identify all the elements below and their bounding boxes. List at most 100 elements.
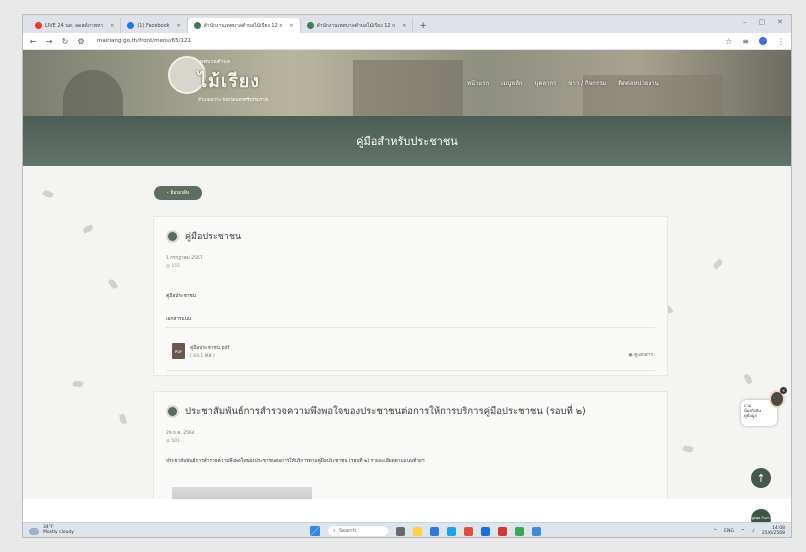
clock-date: 25/6/2568 [761,531,785,536]
card-title[interactable]: ประชาสัมพันธ์การสำรวจความพึงพอใจของประชา… [185,404,586,419]
close-window-icon[interactable]: ✕ [777,18,783,26]
document-icon [166,229,179,243]
store-icon[interactable] [430,526,439,536]
tab-label: LIVE 24 นส. ลดสด์ภาพหา [45,22,104,29]
card-header: ประชาสัมพันธ์การสำรวจความพึงพอใจของประชา… [166,404,586,419]
weather-widget[interactable]: 34°F Mostly cloudy [29,525,74,536]
minimize-icon[interactable]: – [743,18,747,26]
input-language[interactable]: ENG [724,529,734,534]
browser-tab-facebook[interactable]: (1) Facebook ✕ [121,18,188,33]
word-icon[interactable] [481,526,490,536]
cloud-icon [29,527,39,535]
divider [166,370,655,371]
browser-tab-live[interactable]: LIVE 24 นส. ลดสด์ภาพหา ✕ [29,18,122,33]
extensions-icon[interactable]: ≡ [742,37,749,46]
scroll-to-top-button[interactable]: ↑ [751,468,771,488]
bookmark-star-icon[interactable]: ☆ [725,37,732,46]
forward-arrow-icon[interactable]: → [45,37,53,46]
maximize-icon[interactable]: ▢ [759,18,766,26]
edge-icon[interactable] [447,526,456,536]
assistant-line: ดูข้อมูล [744,413,757,419]
app-icon[interactable] [515,526,524,536]
reload-icon[interactable]: ↻ [61,37,69,46]
taskbar-apps: ⌕ Search [310,526,541,536]
tray-chevron-icon[interactable]: ^ [713,529,717,534]
view-count: ◎ 155 [166,264,180,269]
tab-close-icon[interactable]: ✕ [177,23,181,29]
site-navigation: หน้าแรก เมนูหลัก บุคลากร ข่าว / กิจกรรม … [467,78,659,88]
app-icon[interactable] [532,526,541,536]
leaf-decoration [712,258,724,270]
new-tab-button[interactable]: + [413,18,433,33]
document-card: คู่มือประชาชน 1 กรกฎาคม 2567 ◎ 155 คู่มื… [153,216,668,376]
leaf-decoration [743,373,753,385]
profile-avatar-icon[interactable] [759,37,767,45]
logo-bottom-text: อำเภอฉวาง จังหวัดนครศรีธรรมราช [198,98,268,103]
page-title: คู่มือสำหรับประชาชน [356,135,458,148]
card-header: คู่มือประชาชน [166,229,241,243]
tab-close-icon[interactable]: ✕ [289,23,293,29]
leaf-decoration [82,224,94,234]
section-label: คู่มือประชาชน [166,294,196,299]
card-title[interactable]: คู่มือประชาชน [185,229,241,243]
post-date: 29 ธ.ค. 2564 [166,431,195,436]
divider [166,327,655,328]
menu-kebab-icon[interactable]: ⋮ [777,37,785,46]
banner-photo-decoration [353,60,463,116]
attachment-row[interactable]: PDF คู่มือประชาชน.pdf ( 43.1 MB ) [172,343,229,359]
address-bar: ← → ↻ ⚙ mairiang.go.th/front/menu/65/121… [23,33,791,50]
site-favicon-icon [306,22,314,29]
post-date: 1 กรกฎาคม 2567 [166,256,203,261]
browser-window: LIVE 24 นส. ลดสด์ภาพหา ✕ (1) Facebook ✕ … [22,14,792,538]
close-icon[interactable]: ✕ [780,387,787,394]
tab-favicon-icon [35,22,42,29]
announcement-card: ประชาสัมพันธ์การสำรวจความพึงพอใจของประชา… [153,391,668,499]
window-controls: – ▢ ✕ [743,18,783,26]
site-header-banner: เทศบาลตำบล ไม้เรียง อำเภอฉวาง จังหวัดนคร… [23,50,791,116]
logo-top-text: เทศบาลตำบล [198,59,231,65]
leaf-decoration [119,413,127,425]
nav-main-menu[interactable]: เมนูหลัก [501,78,522,88]
system-tray: ^ ENG ⌔ ♪ 14:08 25/6/2568 [713,526,785,536]
wifi-icon[interactable]: ⌔ [741,528,745,534]
view-document-link[interactable]: ◉ ดูเอกสาร [629,351,653,359]
tab-close-icon[interactable]: ✕ [402,23,406,29]
attachment-image[interactable] [172,487,312,499]
nav-personnel[interactable]: บุคลากร [535,78,557,88]
file-explorer-icon[interactable] [413,526,422,536]
site-logo[interactable]: เทศบาลตำบล ไม้เรียง อำเภอฉวาง จังหวัดนคร… [198,58,268,103]
back-button[interactable]: ‹ ย้อนกลับ [154,186,202,200]
file-size: ( 43.1 MB ) [190,353,215,359]
back-arrow-icon[interactable]: ← [29,37,37,46]
assistant-widget[interactable]: ถาม น้องกังหัน ดูข้อมูล ✕ [741,387,787,432]
main-content: ‹ ย้อนกลับ คู่มือประชาชน 1 กรกฎาคม 2567 … [23,166,791,499]
search-icon: ⌕ [333,528,336,534]
file-name[interactable]: คู่มือประชาชน.pdf [190,344,229,352]
system-clock[interactable]: 14:08 25/6/2568 [762,526,785,536]
site-favicon-icon [193,22,201,29]
leaf-decoration [72,380,84,388]
url-field[interactable]: mairiang.go.th/front/menu/65/121 [97,38,191,44]
nav-home[interactable]: หน้าแรก [467,78,489,88]
nav-news[interactable]: ข่าว / กิจกรรม [568,78,606,88]
leaf-decoration [107,278,119,290]
nav-contact[interactable]: ติดต่อหน่วยงาน [618,78,659,88]
site-settings-icon[interactable]: ⚙ [77,37,85,46]
search-placeholder: Search [338,528,356,534]
tab-label: สำนักงานเทศบาลตำบลไม้เรียง 12 ก [203,22,283,29]
weather-desc: Mostly cloudy [43,530,74,535]
browser-tab-active[interactable]: สำนักงานเทศบาลตำบลไม้เรียง 12 ก ✕ [187,18,301,33]
chrome-icon[interactable] [464,526,473,536]
task-view-icon[interactable] [396,526,405,536]
browser-tab-site[interactable]: สำนักงานเทศบาลตำบลไม้เรียง 12 ก ✕ [301,18,414,33]
app-icon[interactable] [498,526,507,536]
tab-label: (1) Facebook [137,22,170,29]
tab-close-icon[interactable]: ✕ [110,23,114,29]
volume-icon[interactable]: ♪ [752,529,755,534]
taskbar-search[interactable]: ⌕ Search [328,526,388,536]
windows-start-icon[interactable] [310,526,320,536]
page-title-bar: คู่มือสำหรับประชาชน [23,116,791,166]
document-icon [166,405,179,418]
pdf-file-icon: PDF [172,343,185,359]
file-info: คู่มือประชาชน.pdf ( 43.1 MB ) [190,344,229,359]
